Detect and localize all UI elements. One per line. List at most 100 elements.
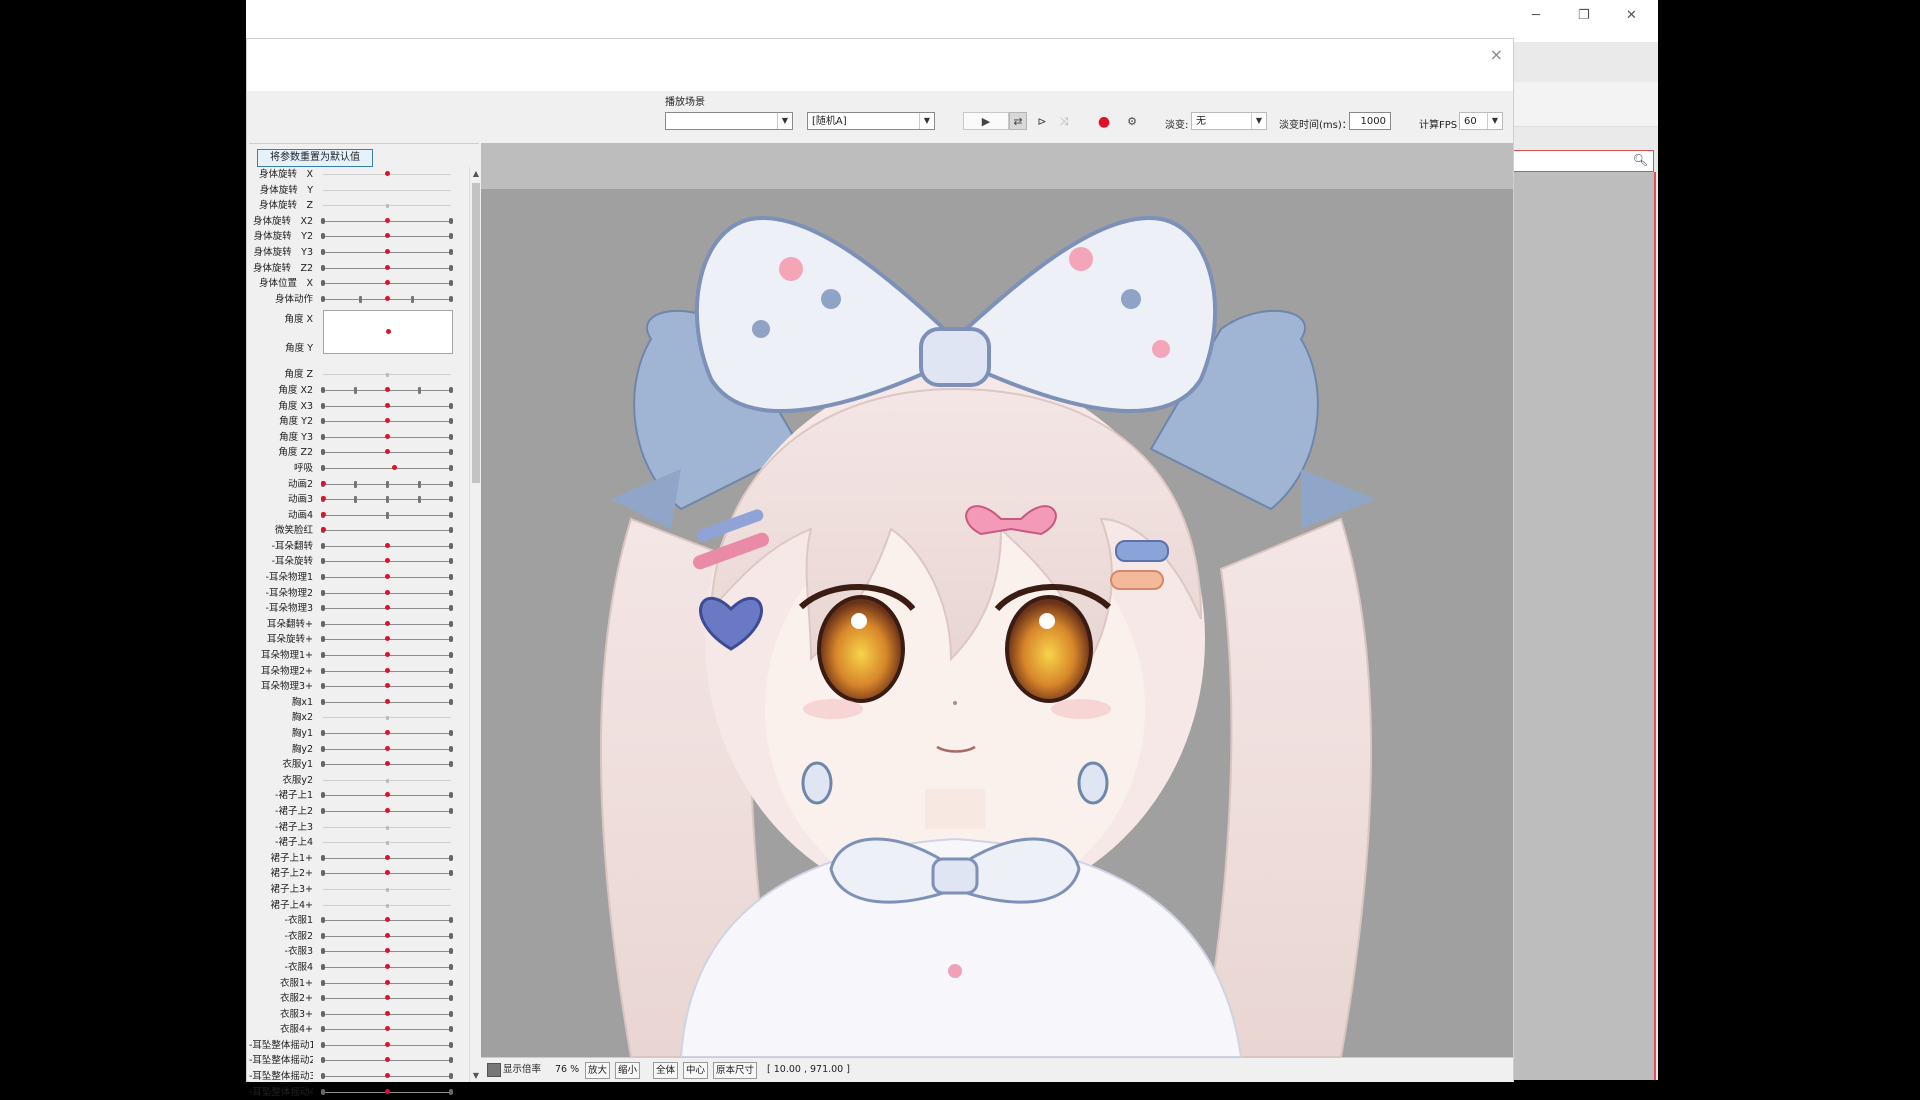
- parameter-slider[interactable]: [321, 449, 453, 456]
- find-icon[interactable]: 🔍︎: [1633, 153, 1648, 167]
- slider-knob[interactable]: [384, 295, 390, 301]
- slider-knob[interactable]: [384, 620, 390, 626]
- record-button[interactable]: ●: [1095, 112, 1113, 130]
- slider-knob[interactable]: [384, 807, 390, 813]
- slider-knob[interactable]: [384, 574, 390, 580]
- slider-knob[interactable]: [384, 667, 390, 673]
- slider-knob[interactable]: [384, 433, 390, 439]
- slider-knob[interactable]: [384, 683, 390, 689]
- parameter-slider[interactable]: [320, 527, 453, 534]
- parameter-slider[interactable]: [323, 373, 451, 378]
- parameter-slider[interactable]: [321, 667, 453, 674]
- parameter-slider[interactable]: [321, 917, 453, 924]
- slider-knob[interactable]: [384, 402, 390, 408]
- parameter-slider[interactable]: [323, 841, 451, 846]
- slider-knob[interactable]: [384, 792, 390, 798]
- parameter-slider[interactable]: [321, 605, 453, 612]
- zoom-in-button[interactable]: 放大: [585, 1062, 611, 1079]
- parameter-slider[interactable]: [321, 1041, 453, 1048]
- shuffle-button[interactable]: ⤨: [1055, 112, 1073, 130]
- parameter-slider[interactable]: [321, 870, 453, 877]
- parameter-slider[interactable]: [321, 932, 453, 939]
- parameter-slider[interactable]: [321, 418, 453, 425]
- slider-knob[interactable]: [320, 480, 326, 486]
- angle-xy-knob[interactable]: [386, 329, 391, 335]
- parameter-slider[interactable]: [323, 887, 451, 892]
- parameter-slider[interactable]: [321, 589, 453, 596]
- parameter-slider[interactable]: [323, 189, 451, 191]
- slider-knob[interactable]: [384, 995, 390, 1001]
- slider-knob[interactable]: [384, 542, 390, 548]
- play-button[interactable]: ▶: [963, 112, 1009, 130]
- parameter-slider[interactable]: [320, 511, 453, 519]
- parameter-slider[interactable]: [321, 574, 453, 581]
- parameter-slider[interactable]: [321, 948, 453, 955]
- parameter-slider[interactable]: [321, 264, 453, 271]
- parameter-slider[interactable]: [321, 233, 453, 240]
- fit-all-button[interactable]: 全体: [653, 1062, 679, 1079]
- parameter-slider[interactable]: [321, 854, 453, 861]
- reset-parameters-button[interactable]: 将参数重置为默认值: [257, 149, 373, 167]
- slider-knob[interactable]: [384, 1026, 390, 1032]
- parameter-slider[interactable]: [321, 683, 453, 690]
- parameter-slider[interactable]: [320, 496, 453, 504]
- restore-icon[interactable]: ❐: [1578, 8, 1590, 23]
- parameter-slider[interactable]: [321, 698, 453, 705]
- parameter-slider[interactable]: [323, 825, 451, 830]
- next-button[interactable]: ⊳: [1033, 112, 1051, 130]
- slider-knob[interactable]: [384, 932, 390, 938]
- fade-time-input[interactable]: 1000: [1349, 112, 1391, 130]
- random-select[interactable]: [随机A] ▼: [807, 112, 935, 130]
- slider-knob[interactable]: [384, 418, 390, 424]
- parameter-slider[interactable]: [321, 402, 453, 409]
- slider-knob[interactable]: [384, 449, 390, 455]
- slider-knob[interactable]: [384, 979, 390, 985]
- slider-knob[interactable]: [384, 963, 390, 969]
- parameter-slider[interactable]: [321, 792, 453, 799]
- fade-select[interactable]: 无 ▼: [1191, 112, 1267, 130]
- slider-knob[interactable]: [320, 496, 326, 502]
- parameter-slider[interactable]: [323, 778, 451, 783]
- slider-knob[interactable]: [384, 217, 390, 223]
- slider-knob[interactable]: [384, 233, 390, 239]
- parameter-slider[interactable]: [321, 652, 453, 659]
- slider-knob[interactable]: [384, 948, 390, 954]
- slider-knob[interactable]: [384, 386, 390, 392]
- slider-knob[interactable]: [320, 511, 326, 517]
- parameter-slider[interactable]: [321, 745, 453, 752]
- slider-knob[interactable]: [384, 589, 390, 595]
- parameter-slider[interactable]: [321, 386, 453, 394]
- scrollbar-thumb[interactable]: [472, 183, 480, 483]
- parameter-slider[interactable]: [321, 1057, 453, 1064]
- slider-knob[interactable]: [384, 730, 390, 735]
- slider-knob[interactable]: [384, 745, 390, 751]
- dialog-close-icon[interactable]: ×: [1490, 45, 1503, 64]
- parameter-slider[interactable]: [323, 171, 451, 176]
- scene-select[interactable]: ▼: [665, 112, 793, 130]
- fps-select[interactable]: 60 ▼: [1459, 112, 1503, 130]
- parameter-slider[interactable]: [323, 903, 451, 908]
- slider-knob[interactable]: [384, 248, 390, 254]
- parameter-slider[interactable]: [323, 716, 451, 721]
- parameter-slider[interactable]: [321, 558, 453, 565]
- minimize-icon[interactable]: ─: [1532, 8, 1540, 23]
- parameter-slider[interactable]: [321, 995, 453, 1002]
- parameter-slider[interactable]: [321, 1073, 453, 1080]
- slider-knob[interactable]: [384, 761, 390, 767]
- slider-knob[interactable]: [384, 280, 390, 286]
- slider-knob[interactable]: [384, 1057, 390, 1063]
- slider-knob[interactable]: [384, 1041, 390, 1047]
- loop-button[interactable]: ⇄: [1009, 112, 1027, 130]
- parameter-slider[interactable]: [321, 217, 453, 224]
- parameter-slider[interactable]: [321, 807, 453, 814]
- settings-button[interactable]: ⚙: [1123, 112, 1141, 130]
- slider-knob[interactable]: [384, 1073, 390, 1079]
- parameter-slider[interactable]: [320, 480, 453, 488]
- parameter-slider[interactable]: [321, 1026, 453, 1033]
- parameter-slider[interactable]: [321, 636, 453, 643]
- window-close-icon[interactable]: ✕: [1626, 8, 1637, 23]
- slider-knob[interactable]: [384, 698, 390, 704]
- parameter-slider[interactable]: [321, 280, 453, 287]
- parameter-slider[interactable]: [321, 1010, 453, 1017]
- slider-knob[interactable]: [384, 264, 390, 270]
